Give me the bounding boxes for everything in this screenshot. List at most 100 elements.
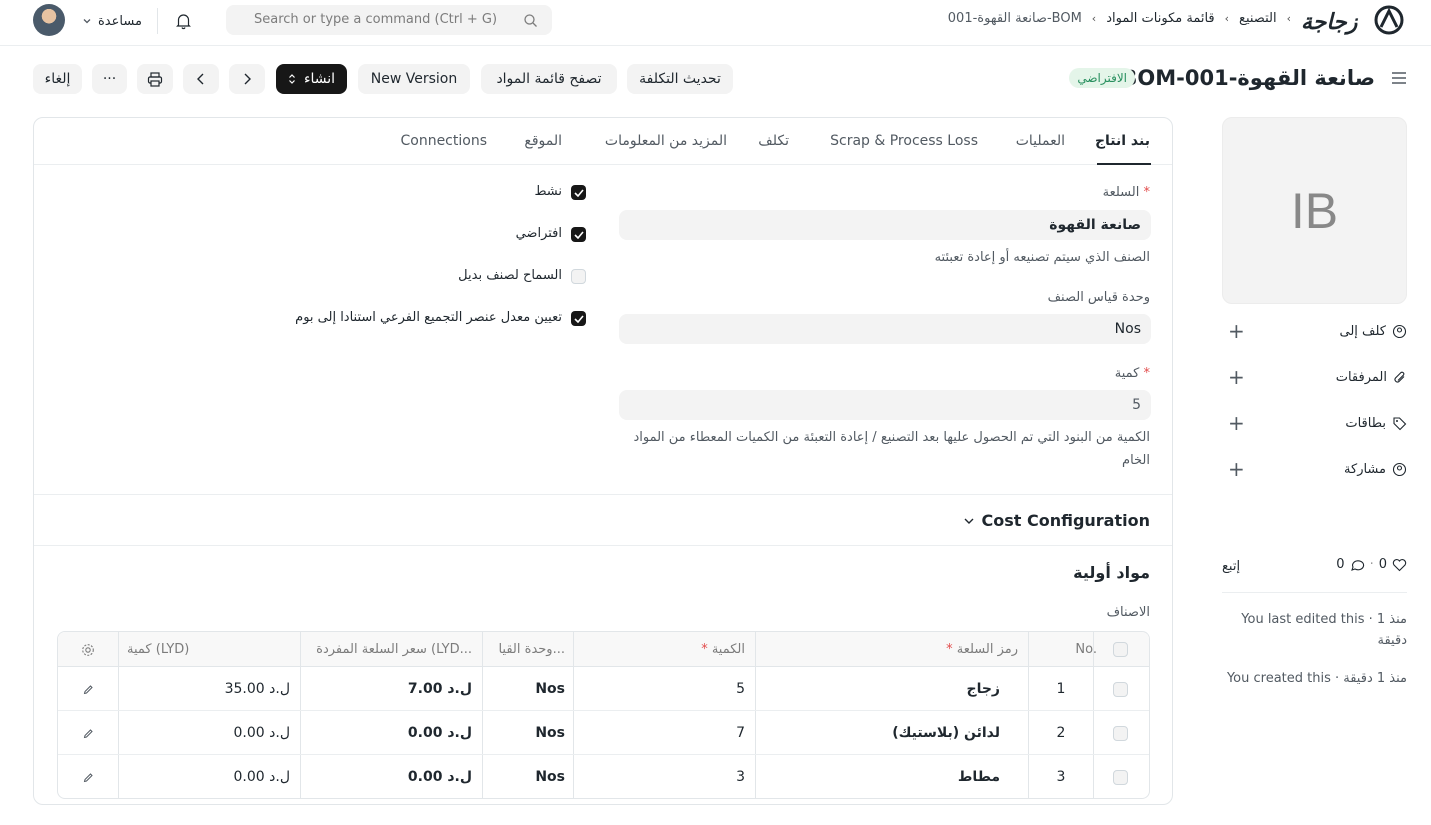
row-amount: ل.د 0.00 — [233, 769, 290, 785]
tab-more-info[interactable]: المزيد من المعلومات — [605, 133, 727, 149]
tags-label: بطاقات — [1345, 416, 1386, 431]
row-qty[interactable]: 3 — [574, 755, 755, 798]
table-row[interactable]: 1 زجاج 5 Nos ل.د 7.00 ل.د 35.00 — [58, 667, 1149, 711]
browse-bom-button[interactable]: تصفح قائمة المواد — [481, 64, 617, 94]
row-rate[interactable]: ل.د 0.00 — [301, 711, 482, 755]
edit-row-icon[interactable] — [58, 667, 118, 711]
search-placeholder: Search or type a command (Ctrl + G) — [254, 12, 498, 27]
follow-link[interactable]: إتبع — [1222, 559, 1240, 574]
row-item-code[interactable]: زجاج — [756, 667, 1028, 711]
items-table-label: الاصناف — [1106, 605, 1150, 620]
last-edited-info: You last edited this · منذ 1 دقيقة — [1241, 612, 1407, 648]
tab-connections[interactable]: Connections — [400, 133, 487, 149]
row-item-code[interactable]: مطاط — [756, 755, 1028, 798]
search-bar[interactable]: Search or type a command (Ctrl + G) — [226, 5, 552, 35]
row-uom[interactable]: Nos — [483, 755, 573, 798]
attachments-item[interactable]: المرفقات — [1336, 370, 1407, 385]
subassembly-rate-checkbox[interactable] — [571, 311, 586, 326]
row-amount: ل.د 0.00 — [233, 725, 290, 741]
cost-config-heading[interactable]: Cost Configuration — [981, 511, 1150, 530]
header-rate: سعر السلعة المفردة (LYD... — [316, 642, 472, 657]
breadcrumb: › التصنيع › قائمة مكونات المواد › BOM-صا… — [948, 11, 1291, 26]
navbar: مساعدة Search or type a command (Ctrl + … — [0, 0, 1431, 46]
tab-costing[interactable]: تكلف — [758, 133, 789, 149]
row-no: 3 — [1056, 769, 1066, 785]
printer-icon — [147, 71, 163, 87]
more-actions-button[interactable]: ··· — [92, 64, 127, 94]
create-label: انشاء — [303, 71, 336, 87]
section-divider — [34, 545, 1172, 546]
row-rate[interactable]: ل.د 0.00 — [301, 755, 482, 798]
table-header: No. * رمز السلعة * الكمية وحدة القيا... … — [58, 632, 1149, 667]
default-checkbox[interactable] — [571, 227, 586, 242]
row-checkbox[interactable] — [1110, 755, 1130, 798]
row-rate[interactable]: ل.د 7.00 — [301, 667, 482, 711]
select-all-checkbox[interactable] — [1110, 632, 1130, 667]
active-checkbox[interactable] — [571, 185, 586, 200]
chevron-down-icon — [82, 16, 92, 26]
cancel-button[interactable]: إلغاء — [33, 64, 82, 94]
like-count: 0 — [1378, 557, 1387, 572]
heart-icon[interactable] — [1392, 558, 1407, 572]
add-tag-icon[interactable]: + — [1228, 413, 1245, 433]
header-uom: وحدة القيا... — [498, 642, 565, 657]
quantity-description: الكمية من البنود التي تم الحصول عليها بع… — [633, 430, 1150, 468]
uom-label: وحدة قياس الصنف — [1047, 290, 1150, 305]
add-user-icon — [1392, 324, 1407, 339]
breadcrumb-manufacturing[interactable]: التصنيع — [1239, 11, 1277, 26]
row-item-code[interactable]: لدائن (بلاستيك) — [756, 711, 1028, 755]
table-row[interactable]: 3 مطاط 3 Nos ل.د 0.00 ل.د 0.00 — [58, 755, 1149, 798]
edit-row-icon[interactable] — [58, 711, 118, 755]
tab-production-item[interactable]: بند انتاج — [1095, 133, 1150, 149]
sidebar-toggle-icon[interactable] — [1391, 71, 1407, 85]
settings-gear-icon[interactable] — [58, 632, 118, 667]
row-amount: ل.د 35.00 — [224, 681, 290, 697]
create-dropdown-button[interactable]: انشاء — [276, 64, 347, 94]
breadcrumb-current[interactable]: BOM-صانعة القهوة-001 — [948, 11, 1082, 26]
form-tabs: بند انتاج العمليات Scrap & Process Loss … — [34, 118, 1172, 165]
comment-icon[interactable] — [1350, 558, 1365, 572]
allow-alternative-checkbox[interactable] — [571, 269, 586, 284]
tag-icon — [1392, 416, 1407, 431]
user-avatar[interactable] — [33, 4, 65, 36]
row-uom[interactable]: Nos — [483, 667, 573, 711]
help-dropdown[interactable]: مساعدة — [82, 12, 142, 30]
chevron-down-icon[interactable] — [963, 516, 975, 526]
tab-scrap-process-loss[interactable]: Scrap & Process Loss — [830, 133, 978, 149]
row-uom[interactable]: Nos — [483, 711, 573, 755]
tags-item[interactable]: بطاقات — [1345, 416, 1407, 431]
row-qty[interactable]: 5 — [574, 667, 755, 711]
assign-to-item[interactable]: كلف إلى — [1340, 324, 1408, 339]
quantity-field[interactable]: 5 — [619, 390, 1151, 420]
print-button[interactable] — [137, 64, 173, 94]
previous-doc-button[interactable] — [183, 64, 219, 94]
row-no: 2 — [1056, 725, 1066, 741]
item-description: الصنف الذي سيتم تصنيعه أو إعادة تعبئته — [934, 250, 1150, 265]
row-no: 1 — [1056, 681, 1066, 697]
add-attachment-icon[interactable]: + — [1228, 367, 1245, 387]
share-item[interactable]: مشاركة — [1344, 462, 1407, 477]
tab-website[interactable]: الموقع — [524, 133, 562, 149]
row-checkbox[interactable] — [1110, 667, 1130, 711]
header-amount: كمية (LYD) — [127, 642, 190, 657]
item-field[interactable]: صانعة القهوة — [619, 210, 1151, 240]
form-card: بند انتاج العمليات Scrap & Process Loss … — [33, 117, 1173, 805]
breadcrumb-separator: › — [1286, 12, 1291, 25]
add-share-icon[interactable]: + — [1228, 459, 1245, 479]
update-cost-button[interactable]: تحديث التكلفة — [627, 64, 733, 94]
bell-icon[interactable] — [175, 12, 192, 30]
table-row[interactable]: 2 لدائن (بلاستيك) 7 Nos ل.د 0.00 ل.د 0.0… — [58, 711, 1149, 755]
allow-alternative-label: السماح لصنف بديل — [458, 268, 562, 283]
row-checkbox[interactable] — [1110, 711, 1130, 755]
breadcrumb-bom-list[interactable]: قائمة مكونات المواد — [1106, 11, 1214, 26]
new-version-button[interactable]: New Version — [358, 64, 470, 94]
edit-row-icon[interactable] — [58, 755, 118, 798]
page-title: BOM-صانعة القهوة-001 — [1121, 66, 1375, 90]
next-doc-button[interactable] — [229, 64, 265, 94]
app-logo[interactable]: زجاجة — [1301, 3, 1407, 37]
row-qty[interactable]: 7 — [574, 711, 755, 755]
uom-field[interactable]: Nos — [619, 314, 1151, 344]
select-arrows-icon — [288, 73, 296, 85]
add-assign-icon[interactable]: + — [1228, 321, 1245, 341]
tab-operations[interactable]: العمليات — [1016, 133, 1065, 149]
